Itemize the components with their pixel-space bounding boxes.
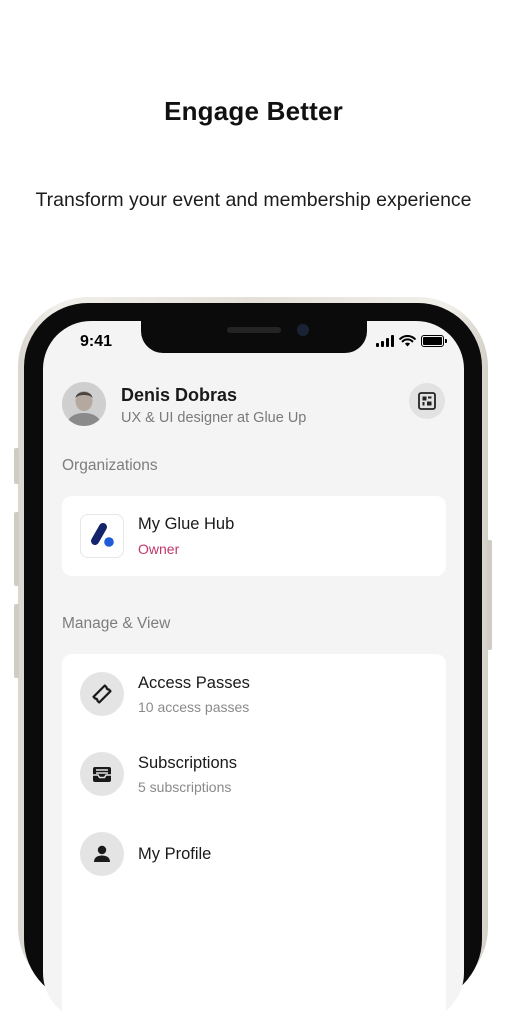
battery-icon [421,335,447,347]
manage-item-title: My Profile [138,845,212,863]
manage-item-title: Subscriptions [138,754,238,772]
organization-role: Owner [138,541,180,557]
side-button-volume-up [14,512,19,586]
qr-code-icon [418,392,436,410]
manage-item-subtitle: 5 subscriptions [138,779,232,795]
side-button-power [487,540,492,650]
qr-code-button[interactable] [409,383,445,419]
avatar[interactable] [62,382,106,426]
manage-item-access-passes[interactable]: Access Passes 10 access passes [62,654,446,734]
status-icons [376,335,447,347]
manage-item-my-profile[interactable]: My Profile [62,814,446,894]
speaker [227,327,281,333]
person-icon [80,832,124,876]
headline: Engage Better [164,96,343,126]
status-time: 9:41 [80,333,113,350]
side-button-volume-down [14,604,19,678]
user-role: UX & UI designer at Glue Up [121,410,307,426]
manage-item-subscriptions[interactable]: Subscriptions 5 subscriptions [62,734,446,814]
manage-card: Access Passes 10 access passes Subscript… [62,654,446,1021]
side-button-mute [14,448,19,484]
organization-name: My Glue Hub [138,515,235,533]
cellular-signal-icon [376,335,394,347]
manage-section-title: Manage & View [62,615,171,632]
organizations-section-title: Organizations [62,457,158,474]
status-bar: 9:41 [43,321,464,365]
notch [141,321,367,353]
ticket-icon [80,672,124,716]
organization-card[interactable]: My Glue Hub Owner [62,496,446,576]
manage-item-subtitle: 10 access passes [138,699,250,715]
manage-item-title: Access Passes [138,674,250,692]
front-camera [297,324,309,336]
inbox-icon [80,752,124,796]
user-name: Denis Dobras [121,385,238,405]
glue-up-logo-icon [80,514,124,558]
profile-header: Denis Dobras UX & UI designer at Glue Up [62,382,448,430]
wifi-icon [399,335,416,347]
phone-screen: 9:41 Denis Dobras UX & UI designer at Gl… [43,321,464,1021]
subline: Transform your event and membership expe… [35,189,472,211]
